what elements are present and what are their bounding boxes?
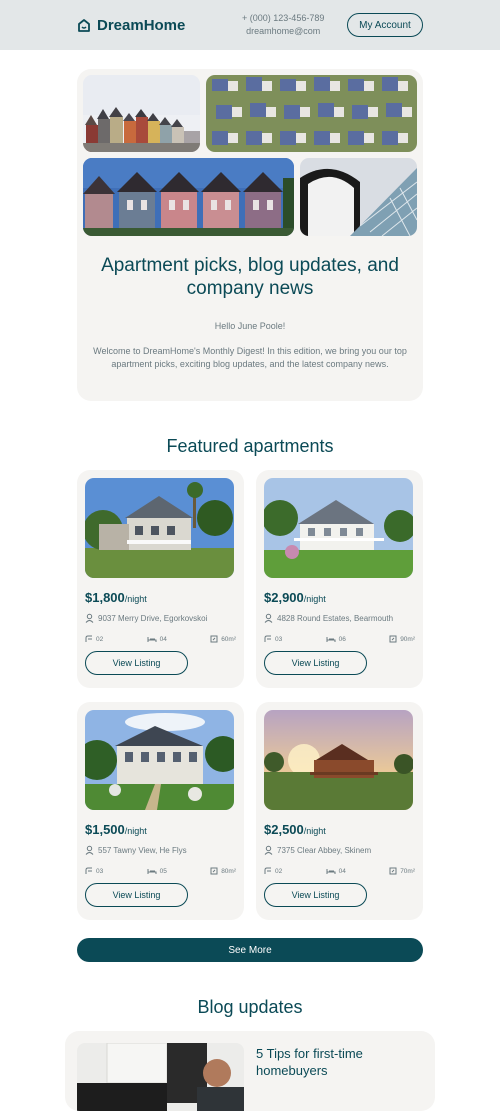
location-pin-icon — [264, 845, 273, 855]
my-account-button[interactable]: My Account — [347, 13, 423, 37]
listing-specs: 02 04 70m² — [264, 867, 415, 875]
shower-icon — [264, 635, 271, 642]
phone-number[interactable]: + (000) 123-456-789 — [242, 12, 324, 25]
listing-price: $2,500/night — [264, 822, 326, 837]
view-listing-button[interactable]: View Listing — [85, 883, 188, 907]
beds-spec: 06 — [326, 635, 346, 643]
beds-spec: 04 — [326, 867, 346, 875]
shower-icon — [264, 867, 271, 874]
baths-spec: 02 — [264, 867, 282, 875]
view-listing-button[interactable]: View Listing — [264, 883, 367, 907]
area-spec: 90m² — [389, 635, 415, 643]
beds-spec: 05 — [147, 867, 167, 875]
listing-price: $2,900/night — [264, 590, 326, 605]
listing-price: $1,500/night — [85, 822, 147, 837]
listing-specs: 03 05 80m² — [85, 867, 236, 875]
view-listing-button[interactable]: View Listing — [85, 651, 188, 675]
blog-post-card[interactable]: 5 Tips for first-time homebuyers — [65, 1031, 435, 1111]
listing-photo — [264, 710, 413, 810]
location-pin-icon — [264, 613, 273, 623]
featured-section-title: Featured apartments — [166, 436, 334, 456]
listing-card: $1,800/night 9037 Merry Drive, Egorkovsk… — [77, 470, 244, 688]
beds-spec: 04 — [147, 635, 167, 643]
blog-post-image — [77, 1043, 244, 1111]
blog-post-title[interactable]: 5 Tips for first-time homebuyers — [256, 1045, 416, 1079]
baths-spec: 03 — [85, 867, 103, 875]
contact-info: + (000) 123-456-789 dreamhome@com — [242, 12, 324, 38]
see-more-button[interactable]: See More — [77, 938, 423, 962]
listing-address: 557 Tawny View, He Flys — [85, 845, 236, 855]
hero-image-grid — [83, 75, 417, 236]
modern-building-image — [300, 158, 417, 236]
house-logo-icon — [78, 18, 90, 32]
listing-price: $1,800/night — [85, 590, 147, 605]
location-pin-icon — [85, 613, 94, 623]
area-icon — [389, 867, 397, 875]
listing-address: 9037 Merry Drive, Egorkovskoi — [85, 613, 236, 623]
hero-card: Apartment picks, blog updates, and compa… — [77, 69, 423, 401]
listing-address: 4828 Round Estates, Bearmouth — [264, 613, 415, 623]
bed-icon — [147, 868, 157, 874]
area-icon — [210, 867, 218, 875]
area-icon — [389, 635, 397, 643]
listing-photo — [264, 478, 413, 578]
listing-card: $2,500/night 7375 Clear Abbey, Skinem 02… — [256, 702, 423, 920]
listing-card: $2,900/night 4828 Round Estates, Bearmou… — [256, 470, 423, 688]
baths-spec: 02 — [85, 635, 103, 643]
area-icon — [210, 635, 218, 643]
area-spec: 80m² — [210, 867, 236, 875]
aerial-houses-image — [206, 75, 417, 152]
location-pin-icon — [85, 845, 94, 855]
baths-spec: 03 — [264, 635, 282, 643]
victorian-houses-image — [83, 158, 294, 236]
intro-text: Welcome to DreamHome's Monthly Digest! I… — [93, 346, 407, 369]
rowhouses-image — [83, 75, 200, 152]
blog-section-title: Blog updates — [197, 997, 303, 1017]
view-listing-button[interactable]: View Listing — [264, 651, 367, 675]
email-address[interactable]: dreamhome@com — [242, 25, 324, 38]
brand[interactable]: DreamHome — [77, 17, 185, 34]
bed-icon — [326, 636, 336, 642]
header: DreamHome + (000) 123-456-789 dreamhome@… — [0, 0, 500, 50]
area-spec: 60m² — [210, 635, 236, 643]
listing-address: 7375 Clear Abbey, Skinem — [264, 845, 415, 855]
bed-icon — [326, 868, 336, 874]
listing-specs: 02 04 60m² — [85, 635, 236, 643]
shower-icon — [85, 635, 92, 642]
listing-photo — [85, 710, 234, 810]
hero-title: Apartment picks, blog updates, and compa… — [101, 255, 399, 299]
listing-card: $1,500/night 557 Tawny View, He Flys 03 … — [77, 702, 244, 920]
bed-icon — [147, 636, 157, 642]
area-spec: 70m² — [389, 867, 415, 875]
listing-specs: 03 06 90m² — [264, 635, 415, 643]
greeting: Hello June Poole! — [214, 321, 286, 331]
listing-photo — [85, 478, 234, 578]
shower-icon — [85, 867, 92, 874]
brand-name: DreamHome — [97, 16, 186, 34]
